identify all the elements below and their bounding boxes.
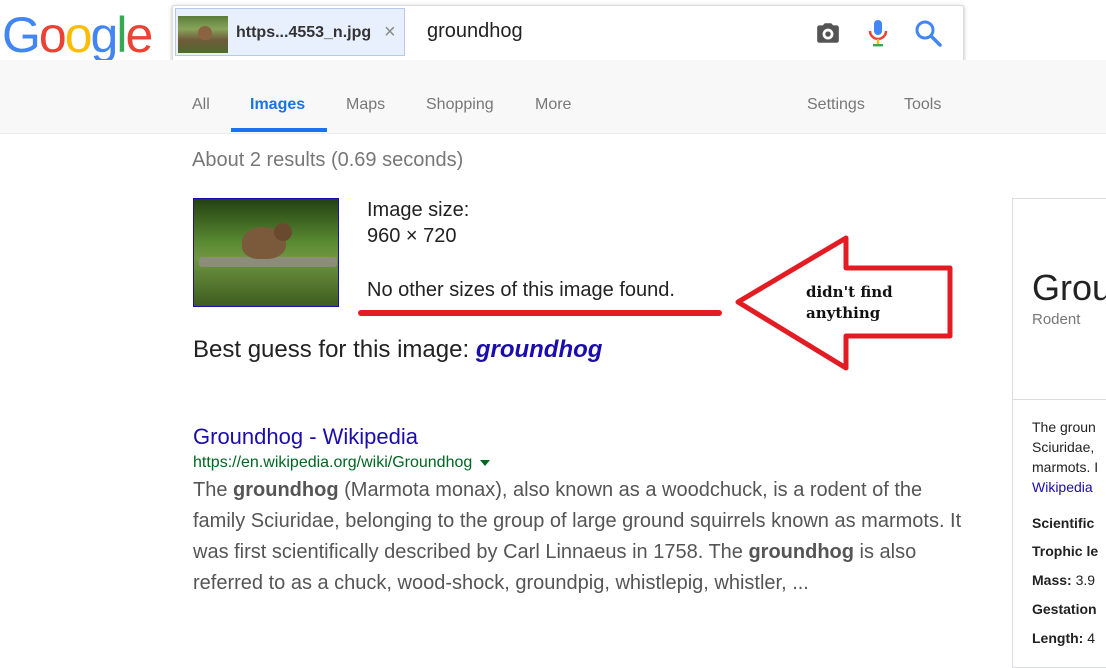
kp-fact: Length: 4 — [1032, 630, 1096, 646]
active-tab-indicator — [231, 128, 327, 132]
result-title-link[interactable]: Groundhog - Wikipedia — [193, 424, 418, 450]
chip-label: https...4553_n.jpg — [236, 24, 372, 41]
annotation-underline — [358, 310, 722, 316]
kp-fact: Scientific — [1032, 515, 1095, 531]
query-image-thumbnail[interactable] — [193, 198, 339, 307]
annotation-text: didn't find anything — [806, 283, 893, 322]
google-logo[interactable]: Google — [2, 8, 153, 62]
tab-all[interactable]: All — [192, 96, 210, 114]
tabs-bar: All Images Maps Shopping More Settings T… — [0, 60, 1106, 134]
kp-fact: Trophic le — [1032, 543, 1099, 559]
image-size-label: Image size: — [367, 199, 470, 221]
result-url[interactable]: https://en.wikipedia.org/wiki/Groundhog — [193, 454, 491, 472]
search-box[interactable]: https...4553_n.jpg × groundhog — [172, 5, 964, 61]
tab-more[interactable]: More — [535, 96, 571, 114]
kp-title: Grou — [1032, 267, 1106, 308]
no-other-sizes-text: No other sizes of this image found. — [367, 279, 675, 301]
result-stats: About 2 results (0.69 seconds) — [192, 149, 464, 171]
image-size-value: 960 × 720 — [367, 225, 457, 247]
chip-thumbnail — [178, 16, 228, 53]
tab-settings[interactable]: Settings — [807, 96, 865, 114]
tab-images[interactable]: Images — [250, 96, 305, 114]
best-guess-link[interactable]: groundhog — [476, 336, 603, 363]
camera-icon[interactable] — [813, 20, 843, 46]
url-dropdown-icon[interactable] — [480, 459, 491, 466]
kp-subtitle: Rodent — [1032, 311, 1081, 328]
kp-fact: Gestation — [1032, 601, 1097, 617]
tab-maps[interactable]: Maps — [346, 96, 385, 114]
best-guess-label: Best guess for this image: — [193, 336, 470, 363]
chip-close-icon[interactable]: × — [384, 21, 396, 44]
kp-wikipedia-link[interactable]: Wikipedia — [1032, 477, 1106, 497]
microphone-icon[interactable] — [867, 18, 889, 48]
result-snippet: The groundhog (Marmota monax), also know… — [193, 479, 962, 594]
tab-tools[interactable]: Tools — [904, 96, 941, 114]
search-input[interactable]: groundhog — [427, 20, 523, 43]
search-icon[interactable] — [913, 18, 943, 48]
best-guess: Best guess for this image: groundhog — [193, 336, 602, 364]
image-query-chip[interactable]: https...4553_n.jpg × — [175, 8, 405, 56]
tab-shopping[interactable]: Shopping — [426, 96, 494, 114]
knowledge-panel: Grou Rodent The groun Sciuridae, marmots… — [1012, 198, 1106, 668]
kp-fact: Mass: 3.9 — [1032, 572, 1096, 588]
kp-divider — [1013, 399, 1106, 400]
kp-description: The groun Sciuridae, marmots. I Wikipedi… — [1032, 417, 1106, 497]
